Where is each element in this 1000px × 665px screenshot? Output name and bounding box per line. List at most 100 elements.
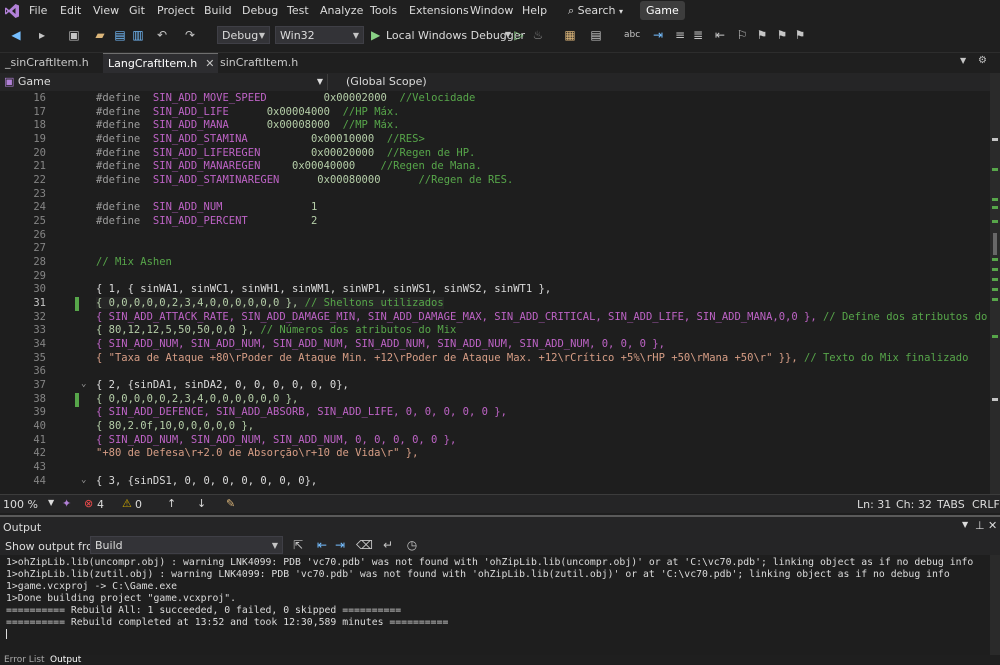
visual-studio-logo-icon[interactable]: [4, 3, 20, 19]
menu-extensions[interactable]: Extensions: [409, 4, 469, 17]
menu-help[interactable]: Help: [522, 4, 547, 17]
indent-icon[interactable]: ⇤: [712, 27, 728, 43]
platform-value: Win32: [280, 29, 315, 42]
fold-chevron-icon[interactable]: ⌄: [81, 379, 86, 389]
clock-icon[interactable]: ◷: [404, 537, 420, 553]
menu-build[interactable]: Build: [204, 4, 232, 17]
menu-edit[interactable]: Edit: [60, 4, 81, 17]
tab-overflow-icon[interactable]: ▼: [960, 56, 966, 65]
redo-icon[interactable]: ↷: [182, 27, 198, 43]
output-line: ========== Rebuild All: 1 succeeded, 0 f…: [6, 605, 402, 616]
solution-name-badge[interactable]: Game: [640, 1, 685, 20]
close-icon[interactable]: ✕: [988, 519, 997, 532]
solution-explorer-icon[interactable]: ▦: [562, 27, 578, 43]
code-line: { SIN_ADD_ATTACK_RATE, SIN_ADD_DAMAGE_MI…: [96, 311, 990, 323]
line-number: 25: [33, 215, 46, 227]
next-message-icon[interactable]: ⇥: [332, 537, 348, 553]
output-line: 1>ohZipLib.lib(zutil.obj) : warning LNK4…: [6, 569, 950, 580]
scroll-down-icon: [992, 398, 998, 401]
error-icon[interactable]: ⊗: [84, 497, 93, 510]
platform-select[interactable]: Win32 ▼: [275, 26, 364, 44]
menu-view[interactable]: View: [93, 4, 119, 17]
line-number: 38: [33, 393, 46, 405]
comment-icon[interactable]: ≡: [672, 27, 688, 43]
copilot-icon[interactable]: ✦: [62, 497, 71, 510]
output-source-select[interactable]: Build ▼: [90, 536, 283, 554]
arrow-up-icon[interactable]: ↑: [167, 497, 176, 510]
arrow-down-icon[interactable]: ↓: [197, 497, 206, 510]
menu-test[interactable]: Test: [287, 4, 309, 17]
clear-all-icon[interactable]: ⌫: [356, 537, 373, 553]
code-line: { 80,2.0f,10,0,0,0,0,0 },: [96, 420, 255, 432]
code-line: { SIN_ADD_NUM, SIN_ADD_NUM, SIN_ADD_NUM,…: [96, 338, 665, 350]
play-icon[interactable]: ▶: [371, 28, 380, 42]
prev-bookmark-icon[interactable]: ⚑: [754, 27, 770, 43]
back-icon[interactable]: ◀: [8, 27, 24, 43]
vertical-scrollbar[interactable]: [990, 73, 1000, 505]
line-number: 22: [33, 174, 46, 186]
scroll-thumb[interactable]: [993, 233, 997, 255]
spell-check-icon[interactable]: abc: [624, 27, 640, 43]
open-folder-icon[interactable]: ▰: [92, 27, 108, 43]
settings-gear-icon[interactable]: ⚙: [978, 55, 987, 66]
prev-message-icon[interactable]: ⇤: [314, 537, 330, 553]
uncomment-icon[interactable]: ≣: [690, 27, 706, 43]
find-message-icon[interactable]: ⇱: [290, 537, 306, 553]
word-wrap-icon[interactable]: ↵: [380, 537, 396, 553]
menu-window[interactable]: Window: [470, 4, 513, 17]
next-bookmark-icon[interactable]: ⚑: [774, 27, 790, 43]
tab-label: _sinCraftItem.h: [5, 56, 89, 69]
code-line: #define SIN_ADD_MOVE_SPEED 0x00002000 //…: [96, 92, 476, 104]
line-indicator[interactable]: Ln: 31: [857, 498, 891, 511]
code-line: #define SIN_ADD_PERCENT 2: [96, 215, 318, 227]
start-without-debugging-icon[interactable]: ▷: [511, 27, 527, 43]
line-ending[interactable]: CRLF: [972, 498, 1000, 511]
tab-langcraftitem[interactable]: LangCraftItem.h ✕: [103, 53, 218, 74]
configuration-select[interactable]: Debug ▼: [217, 26, 270, 44]
column-indicator[interactable]: Ch: 32: [896, 498, 932, 511]
save-all-icon[interactable]: ▥: [130, 27, 146, 43]
line-number: 16: [33, 92, 46, 104]
project-select[interactable]: ▣ Game ▼: [0, 74, 328, 90]
indentation-mode[interactable]: TABS: [937, 498, 965, 511]
save-icon[interactable]: ▤: [112, 27, 128, 43]
hot-reload-icon[interactable]: ♨: [530, 27, 546, 43]
tab-sincraftitem-underscore[interactable]: _sinCraftItem.h: [0, 53, 100, 73]
menu-git[interactable]: Git: [129, 4, 145, 17]
tab-sincraftitem[interactable]: sinCraftItem.h: [215, 53, 300, 73]
warning-count[interactable]: 0: [135, 498, 142, 511]
warning-icon[interactable]: ⚠: [122, 497, 132, 510]
close-icon[interactable]: ✕: [205, 57, 214, 70]
error-count[interactable]: 4: [97, 498, 104, 511]
bookmark-icon[interactable]: ⚐: [734, 27, 750, 43]
zoom-level[interactable]: 100 %: [3, 498, 38, 511]
tab-label: sinCraftItem.h: [220, 56, 299, 69]
menu-file[interactable]: File: [29, 4, 47, 17]
menu-debug[interactable]: Debug: [242, 4, 278, 17]
forward-icon[interactable]: ▸: [34, 27, 50, 43]
menu-project[interactable]: Project: [157, 4, 195, 17]
line-number: 28: [33, 256, 46, 268]
clear-bookmarks-icon[interactable]: ⚑: [792, 27, 808, 43]
line-number: 26: [33, 229, 46, 241]
line-number: 42: [33, 447, 46, 459]
undo-icon[interactable]: ↶: [154, 27, 170, 43]
search-box[interactable]: ⌕ Search ▾: [568, 4, 623, 18]
line-number: 19: [33, 133, 46, 145]
line-number: 34: [33, 338, 46, 350]
new-project-icon[interactable]: ▣: [66, 27, 82, 43]
layout-icon[interactable]: ▤: [588, 27, 604, 43]
output-scrollbar[interactable]: [990, 555, 1000, 655]
fold-chevron-icon[interactable]: ⌄: [81, 475, 86, 485]
code-editor[interactable]: 16 17 18 19 20 21 22 23 24 25 26 27 28 2…: [0, 91, 990, 492]
line-number-current: 31: [33, 297, 46, 309]
chevron-down-icon[interactable]: ▼: [48, 498, 54, 507]
menu-analyze[interactable]: Analyze: [320, 4, 363, 17]
panel-menu-icon[interactable]: ▼: [962, 520, 968, 529]
output-text[interactable]: 1>ohZipLib.lib(uncompr.obj) : warning LN…: [0, 555, 990, 655]
menu-tools[interactable]: Tools: [370, 4, 397, 17]
pin-icon[interactable]: ⊥: [975, 519, 985, 532]
step-icon[interactable]: ⇥: [650, 27, 666, 43]
brush-icon[interactable]: ✎: [226, 497, 235, 510]
scope-select[interactable]: (Global Scope): [342, 74, 982, 90]
